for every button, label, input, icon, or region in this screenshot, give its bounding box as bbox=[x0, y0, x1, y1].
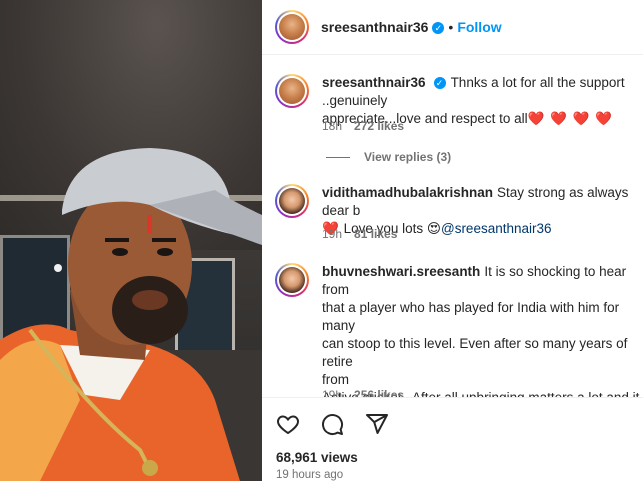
comment-time: 18h bbox=[322, 119, 343, 133]
video-person bbox=[0, 148, 262, 481]
posted-time[interactable]: 19 hours ago bbox=[276, 469, 343, 481]
comment-username[interactable]: vidithamadhubalakrishnan bbox=[322, 185, 493, 200]
view-replies-button[interactable]: View replies (3) bbox=[326, 150, 451, 164]
comment-likes[interactable]: 272 likes bbox=[354, 119, 404, 133]
share-icon[interactable] bbox=[365, 412, 389, 441]
follow-button[interactable]: Follow bbox=[457, 19, 501, 35]
separator-dot: • bbox=[448, 19, 454, 35]
verified-badge-icon: ✓ bbox=[432, 22, 445, 34]
comment-mention[interactable]: @sreesanthnair36 bbox=[441, 221, 552, 236]
commenter-avatar[interactable] bbox=[275, 184, 309, 218]
verified-badge-icon: ✓ bbox=[433, 77, 446, 89]
replies-line bbox=[326, 157, 350, 159]
post-panel: sreesanthnair36 ✓ • Follow sreesanthnair36 ✓… bbox=[262, 0, 643, 481]
views-count[interactable]: 68,961 views bbox=[276, 450, 358, 465]
author-avatar[interactable] bbox=[275, 10, 309, 44]
post-header: sreesanthnair36 ✓ • Follow bbox=[262, 0, 643, 55]
heart-eyes-emoji: 😍 bbox=[426, 221, 441, 236]
comment-icon[interactable] bbox=[320, 412, 344, 441]
view-replies-label[interactable]: View replies (3) bbox=[364, 150, 451, 164]
post-actions: 68,961 views 19 hours ago bbox=[262, 397, 643, 481]
comment-meta: 18h 272 likes bbox=[322, 119, 416, 133]
comment-time: 19h bbox=[322, 227, 343, 241]
comment-username[interactable]: sreesanthnair36 bbox=[322, 75, 426, 90]
comment-meta: 19h 81 likes bbox=[322, 227, 409, 241]
hearts-emoji: ❤️ ❤️ ❤️ ❤️ bbox=[527, 111, 614, 126]
reel-video[interactable] bbox=[0, 0, 262, 481]
author-username[interactable]: sreesanthnair36 bbox=[321, 19, 428, 35]
comment-likes[interactable]: 81 likes bbox=[354, 227, 397, 241]
heart-icon[interactable] bbox=[276, 412, 300, 441]
commenter-avatar[interactable] bbox=[275, 74, 309, 108]
commenter-avatar[interactable] bbox=[275, 263, 309, 297]
comment-username[interactable]: bhuvneshwari.sreesanth bbox=[322, 264, 480, 279]
